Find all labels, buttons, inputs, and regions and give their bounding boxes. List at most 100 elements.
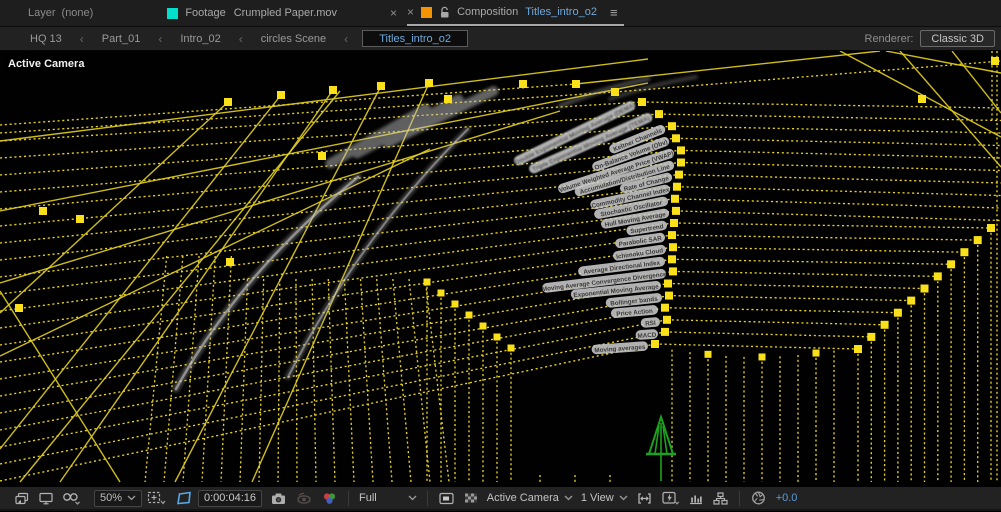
layer-handle[interactable] (425, 79, 433, 87)
layer-handle[interactable] (918, 95, 926, 103)
layer-label-pill[interactable]: RSI (640, 317, 661, 328)
reset-exposure-icon[interactable] (750, 490, 767, 506)
layer-handle[interactable] (670, 219, 678, 227)
composition-viewport[interactable]: Active Camera Double Exponential Moving … (0, 51, 1001, 486)
layer-handle[interactable] (668, 122, 676, 131)
layer-handle[interactable] (677, 158, 685, 167)
panel-menu-icon[interactable]: ≡ (610, 5, 618, 20)
layer-handle[interactable] (655, 110, 663, 119)
layer-handle[interactable] (947, 260, 956, 269)
layer-handle[interactable] (661, 303, 669, 312)
breadcrumb-current[interactable]: Titles_intro_o2 (362, 30, 469, 47)
renderer-label: Renderer: (864, 32, 914, 45)
flowchart-icon[interactable] (712, 491, 729, 506)
magnification-dropdown[interactable]: 50% (94, 489, 142, 507)
breadcrumb-item[interactable]: Intro_02 (180, 33, 220, 45)
layer-handle[interactable] (973, 236, 982, 245)
layer-handle[interactable] (672, 134, 680, 143)
resolution-dropdown[interactable]: Full (359, 492, 417, 504)
layer-handle[interactable] (15, 304, 23, 312)
layer-handle[interactable] (812, 349, 820, 357)
layer-handle[interactable] (423, 278, 431, 286)
view-layout-dropdown[interactable]: 1 View (581, 492, 628, 504)
layer-handle[interactable] (664, 279, 672, 288)
primary-viewer-icon[interactable] (38, 491, 54, 506)
renderer-button[interactable]: Classic 3D (920, 30, 995, 47)
show-snapshot-eye-icon[interactable] (295, 491, 313, 506)
3d-view-dropdown[interactable]: Active Camera (487, 492, 573, 504)
layer-handle[interactable] (663, 315, 671, 324)
breadcrumb-item[interactable]: circles Scene (261, 33, 326, 45)
layer-handle[interactable] (451, 300, 459, 308)
viewport-canvas[interactable]: Double Exponential Moving Average (DEMA)… (0, 51, 1001, 486)
layer-handle[interactable] (479, 322, 487, 330)
layer-handle[interactable] (329, 86, 337, 94)
layer-handle[interactable] (671, 194, 679, 203)
layer-handle[interactable] (665, 291, 673, 300)
mask-visibility-icon[interactable] (176, 490, 194, 506)
close-tab-icon[interactable]: × (407, 5, 414, 19)
layer-handle[interactable] (318, 152, 326, 160)
grid-guides-icon[interactable] (146, 490, 168, 506)
wireframe-scene[interactable]: Double Exponential Moving Average (DEMA)… (0, 51, 1001, 486)
unlock-icon[interactable] (439, 6, 450, 19)
layer-handle[interactable] (465, 311, 473, 319)
layer-handle[interactable] (920, 284, 929, 293)
layer-handle[interactable] (668, 231, 676, 240)
layer-handle[interactable] (661, 327, 669, 336)
layer-handle[interactable] (677, 146, 685, 155)
layer-handle[interactable] (933, 272, 942, 281)
layer-handle[interactable] (758, 353, 766, 361)
transparency-grid-icon[interactable] (463, 491, 479, 506)
layer-handle[interactable] (893, 308, 902, 317)
layer-label-pill[interactable]: Moving averages (591, 341, 648, 355)
layer-handle[interactable] (675, 170, 683, 179)
layer-handle[interactable] (907, 296, 916, 305)
adjust-exposure-value[interactable]: +0.0 (776, 492, 798, 504)
layer-handle[interactable] (668, 255, 676, 264)
layer-handle[interactable] (572, 80, 580, 88)
layer-handle[interactable] (669, 267, 677, 276)
layer-handle[interactable] (987, 224, 995, 232)
always-preview-icon[interactable] (14, 491, 30, 506)
layer-handle[interactable] (444, 95, 452, 103)
layer-handle[interactable] (277, 91, 285, 99)
current-time-field[interactable]: 0:00:04:16 (198, 489, 262, 507)
layer-handle[interactable] (224, 98, 232, 106)
tab-composition-active[interactable]: × Composition Titles_intro_o2 ≡ (407, 0, 624, 26)
layer-handle[interactable] (704, 350, 712, 358)
channel-rgb-icon[interactable] (321, 491, 338, 506)
tab-layer[interactable]: Layer (none) (28, 0, 93, 26)
layer-handle[interactable] (991, 57, 999, 65)
resolution-value: Full (359, 492, 377, 504)
layer-label-pill[interactable]: MACD (635, 329, 658, 340)
layer-handle[interactable] (854, 345, 862, 353)
close-tab-icon[interactable]: × (390, 6, 397, 20)
pixel-aspect-correction-icon[interactable] (636, 491, 653, 506)
timeline-icon[interactable] (688, 491, 704, 506)
breadcrumb-item[interactable]: HQ 13 (30, 33, 62, 45)
layer-handle[interactable] (669, 243, 677, 252)
tab-footage[interactable]: Footage Crumpled Paper.mov × (167, 0, 397, 26)
layer-handle[interactable] (651, 340, 659, 348)
layer-handle[interactable] (867, 332, 876, 341)
layer-handle[interactable] (638, 98, 646, 106)
layer-handle[interactable] (960, 248, 969, 257)
layer-handle[interactable] (880, 320, 889, 329)
layer-handle[interactable] (673, 182, 681, 191)
layer-handle[interactable] (226, 258, 234, 266)
stereo-goggles-icon[interactable] (62, 490, 82, 506)
breadcrumb-item[interactable]: Part_01 (102, 33, 141, 45)
layer-handle[interactable] (493, 333, 501, 341)
fast-previews-icon[interactable] (661, 490, 680, 506)
layer-handle[interactable] (39, 207, 47, 215)
layer-handle[interactable] (377, 82, 385, 90)
layer-handle[interactable] (437, 289, 445, 297)
layer-handle[interactable] (507, 344, 515, 352)
region-of-interest-icon[interactable] (438, 491, 455, 506)
layer-handle[interactable] (519, 80, 527, 88)
snapshot-camera-icon[interactable] (270, 491, 287, 506)
layer-handle[interactable] (611, 88, 619, 96)
layer-handle[interactable] (672, 206, 680, 215)
layer-handle[interactable] (76, 215, 84, 223)
